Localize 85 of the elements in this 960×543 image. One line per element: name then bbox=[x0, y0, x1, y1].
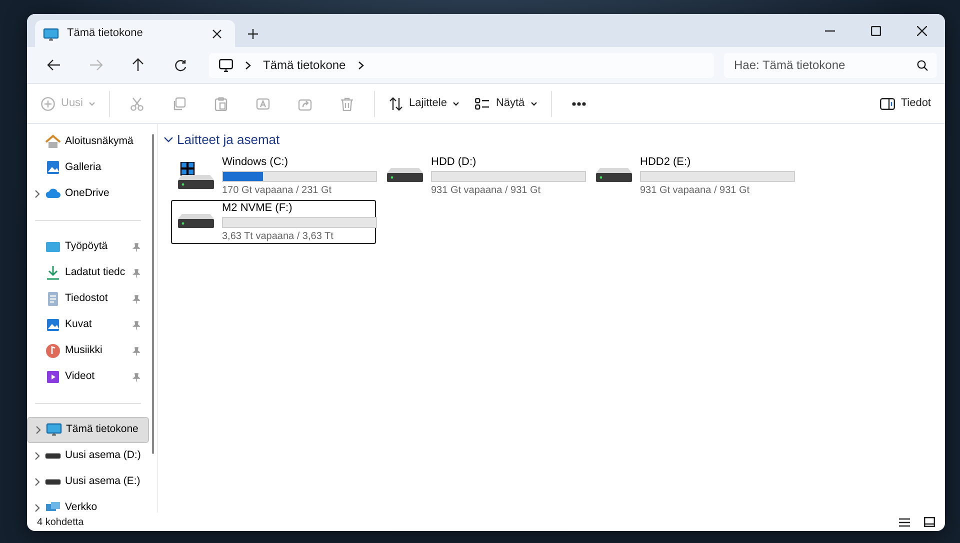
chevron-right-icon[interactable] bbox=[36, 426, 40, 434]
pin-icon bbox=[132, 372, 140, 382]
picture-icon bbox=[45, 317, 61, 333]
video-icon bbox=[45, 369, 61, 385]
arrow-up-icon bbox=[132, 58, 144, 72]
search-field[interactable]: Hae: Tämä tietokone bbox=[724, 52, 937, 78]
system-drive-icon bbox=[176, 162, 216, 190]
sidebar-item[interactable]: Tiedostot bbox=[27, 286, 149, 312]
document-icon bbox=[45, 291, 61, 307]
group-header[interactable]: Laitteet ja asemat bbox=[164, 130, 280, 150]
details-pane-icon bbox=[880, 98, 895, 110]
drive-tile[interactable]: Windows (C:) 170 Gt vapaana / 231 Gt bbox=[171, 154, 376, 198]
drive-tile[interactable]: HDD (D:) 931 Gt vapaana / 931 Gt bbox=[380, 154, 585, 198]
list-view-icon bbox=[474, 98, 490, 110]
sidebar-item[interactable]: Kuvat bbox=[27, 312, 149, 338]
caret-icon bbox=[452, 102, 459, 106]
drive-icon bbox=[594, 168, 634, 183]
drive-icon bbox=[385, 168, 425, 183]
home-icon bbox=[45, 134, 61, 150]
sidebar-item[interactable]: OneDrive bbox=[27, 181, 149, 207]
chevron-right-icon[interactable] bbox=[34, 190, 40, 198]
sidebar-item[interactable]: Musiikki bbox=[27, 338, 149, 364]
clipboard-icon bbox=[214, 96, 228, 110]
caret-icon bbox=[530, 102, 537, 106]
monitor-icon bbox=[43, 26, 59, 40]
plus-circle-icon bbox=[41, 96, 55, 110]
refresh-icon bbox=[174, 58, 186, 72]
sidebar-item[interactable]: Verkko bbox=[27, 495, 149, 513]
sidebar-item[interactable]: Tämä tietokone bbox=[27, 417, 149, 443]
monitor-icon bbox=[46, 422, 62, 438]
more-icon bbox=[572, 102, 586, 106]
tiles-view-button[interactable] bbox=[924, 517, 935, 527]
tiles-view-icon bbox=[924, 517, 935, 527]
desktop-icon bbox=[45, 239, 61, 255]
plus-icon bbox=[248, 29, 258, 39]
address-field[interactable]: Tämä tietokone bbox=[209, 52, 714, 78]
trash-icon bbox=[340, 96, 354, 110]
chevron-right-icon[interactable] bbox=[34, 504, 40, 512]
network-icon bbox=[45, 500, 61, 513]
pin-icon bbox=[132, 294, 140, 304]
share-icon bbox=[298, 96, 312, 110]
chevron-right-icon[interactable] bbox=[34, 452, 40, 460]
search-icon bbox=[917, 60, 928, 70]
gallery-icon bbox=[45, 160, 61, 176]
sidebar-item[interactable]: Galleria bbox=[27, 155, 149, 181]
details-pane-button[interactable]: Tiedot bbox=[874, 88, 937, 118]
pin-icon bbox=[132, 242, 140, 252]
details-view-icon bbox=[899, 518, 910, 526]
view-button[interactable]: Näytä bbox=[468, 88, 543, 118]
chevron-right-icon bbox=[358, 60, 364, 70]
download-icon bbox=[45, 265, 61, 281]
details-view-button[interactable] bbox=[899, 518, 910, 526]
sort-button[interactable]: Lajittele bbox=[383, 88, 465, 118]
pin-icon bbox=[132, 268, 140, 278]
sort-arrows-icon bbox=[389, 96, 404, 110]
item-count: 4 kohdetta bbox=[37, 516, 84, 530]
scissors-icon bbox=[130, 96, 144, 110]
rename-icon bbox=[256, 96, 270, 110]
breadcrumb-item[interactable]: Tämä tietokone bbox=[263, 56, 346, 74]
maximize-icon bbox=[871, 26, 881, 36]
sidebar-item[interactable]: Videot bbox=[27, 364, 149, 390]
arrow-left-icon bbox=[47, 59, 61, 71]
chevron-right-icon bbox=[245, 60, 251, 70]
chevron-right-icon[interactable] bbox=[34, 478, 40, 486]
sidebar-item[interactable]: Aloitusnäkymä bbox=[27, 129, 149, 155]
arrow-right-icon bbox=[89, 59, 103, 71]
close-icon bbox=[212, 28, 222, 38]
sidebar-item[interactable]: Ladatut tiedc bbox=[27, 260, 149, 286]
sidebar-item[interactable]: Työpöytä bbox=[27, 234, 149, 260]
sidebar-item[interactable]: Uusi asema (E:) bbox=[27, 469, 149, 495]
monitor-icon bbox=[219, 58, 233, 72]
tab-title: Tämä tietokone bbox=[67, 26, 144, 42]
pin-icon bbox=[132, 320, 140, 330]
drive-tile[interactable]: HDD2 (E:) 931 Gt vapaana / 931 Gt bbox=[589, 154, 794, 198]
close-icon bbox=[917, 26, 927, 36]
chevron-down-icon bbox=[164, 136, 173, 143]
caret-icon bbox=[89, 102, 96, 106]
tab[interactable]: Tämä tietokone bbox=[35, 20, 235, 47]
scrollbar-thumb[interactable] bbox=[152, 134, 154, 454]
copy-icon bbox=[172, 96, 186, 110]
drive-tile[interactable]: M2 NVME (F:) 3,63 Tt vapaana / 3,63 Tt bbox=[171, 200, 376, 244]
pin-icon bbox=[132, 346, 140, 356]
drive-icon bbox=[176, 214, 216, 229]
sidebar-item[interactable]: Uusi asema (D:) bbox=[27, 443, 149, 469]
music-icon bbox=[45, 343, 61, 359]
